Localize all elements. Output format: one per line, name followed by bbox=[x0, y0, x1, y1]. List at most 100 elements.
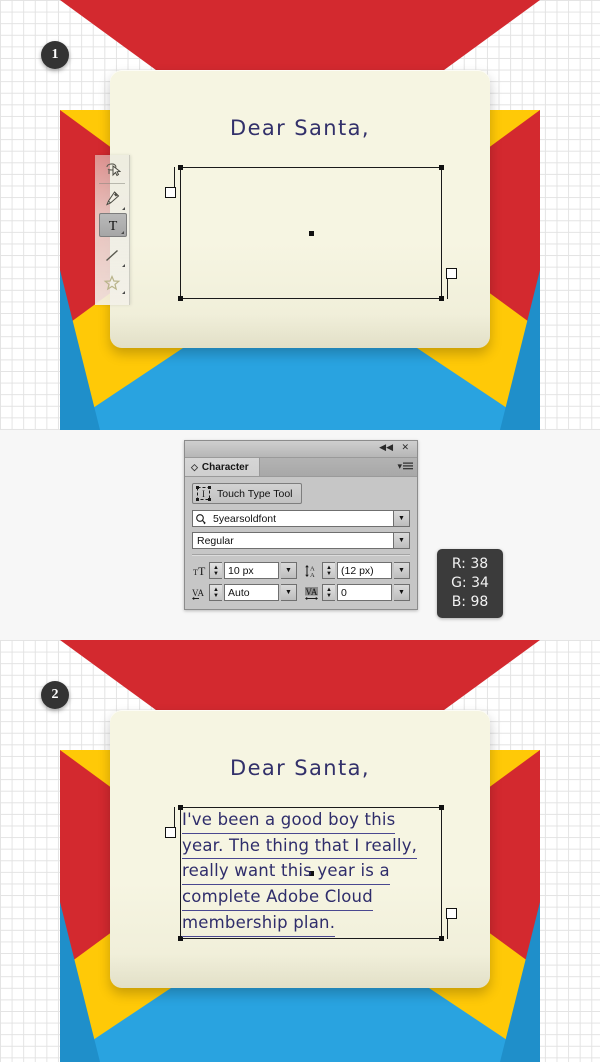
font-style-value: Regular bbox=[197, 534, 234, 547]
star-tool[interactable] bbox=[97, 270, 127, 296]
kerning-value[interactable]: Auto bbox=[224, 584, 279, 601]
in-port[interactable] bbox=[165, 187, 176, 198]
step-badge-2: 2 bbox=[41, 681, 69, 709]
textbox-edge-right bbox=[441, 807, 442, 939]
out-port[interactable] bbox=[446, 908, 457, 919]
font-size-stepper[interactable]: ▲ ▼ bbox=[209, 562, 222, 579]
textbox-edge-top bbox=[180, 167, 442, 168]
tutorial-screenshot: Dear Santa, T 1 ◀◀ ✕ ◇ Character ▾ I Tou… bbox=[0, 0, 600, 1062]
illustrator-toolbar: T bbox=[95, 155, 130, 305]
line-icon bbox=[106, 249, 118, 262]
letter-card: Dear Santa, bbox=[110, 70, 490, 348]
tracking-field[interactable]: VA ▲ ▼ 0 ▼ bbox=[305, 584, 410, 601]
textbox-edge-bottom bbox=[180, 938, 442, 939]
letter-body-text[interactable]: I've been a good boy this year. The thin… bbox=[182, 808, 440, 937]
anchor-center[interactable] bbox=[309, 231, 314, 236]
kerning-field[interactable]: V A ▲ ▼ Auto ▼ bbox=[192, 584, 297, 601]
font-style-row: Regular ▼ bbox=[192, 532, 410, 549]
anchor-bottom-left[interactable] bbox=[178, 936, 183, 941]
lasso-tool[interactable] bbox=[97, 157, 127, 183]
anchor-bottom-right[interactable] bbox=[439, 296, 444, 301]
textbox-edge-bottom bbox=[180, 298, 442, 299]
leading-field[interactable]: A A ▲ ▼ (12 px) ▼ bbox=[305, 562, 410, 579]
type-tool[interactable]: T bbox=[99, 213, 127, 237]
font-family-row: 5yearsoldfont ▼ bbox=[192, 510, 410, 527]
letter-line: I've been a good boy this bbox=[182, 808, 396, 834]
character-panel[interactable]: ◀◀ ✕ ◇ Character ▾ I Touch Type Tool 5ye… bbox=[184, 440, 418, 610]
salutation-text: Dear Santa, bbox=[230, 116, 370, 140]
font-size-field[interactable]: T T ▲ ▼ 10 px ▼ bbox=[192, 562, 297, 579]
tab-character-label: Character bbox=[201, 461, 249, 473]
envelope-front-flap-shade-right bbox=[500, 902, 540, 1062]
tab-grip-icon: ◇ bbox=[191, 461, 198, 472]
letter-card: Dear Santa, I've been a good boy this ye… bbox=[110, 710, 490, 988]
type-tool-flyout-indicator bbox=[121, 231, 124, 234]
envelope-front-flap-shade-right bbox=[500, 270, 540, 430]
font-family-value: 5yearsoldfont bbox=[213, 512, 277, 525]
letter-line: really want this year is a bbox=[182, 859, 390, 886]
anchor-top-right[interactable] bbox=[439, 165, 444, 170]
font-style-dropdown-arrow[interactable]: ▼ bbox=[394, 532, 410, 549]
textbox-edge-left bbox=[180, 167, 181, 299]
pen-tool-flyout-indicator bbox=[122, 207, 125, 210]
svg-text:A: A bbox=[198, 588, 205, 598]
toolbar-divider-1 bbox=[99, 183, 125, 184]
out-port[interactable] bbox=[446, 268, 457, 279]
stepper-down-icon[interactable]: ▼ bbox=[326, 571, 332, 577]
font-size-icon: T T bbox=[192, 563, 207, 578]
leading-value[interactable]: (12 px) bbox=[337, 562, 392, 579]
character-panel-titlebar: ◀◀ ✕ bbox=[185, 441, 417, 458]
type-icon: T bbox=[109, 219, 118, 233]
anchor-top-left[interactable] bbox=[178, 165, 183, 170]
anchor-bottom-left[interactable] bbox=[178, 296, 183, 301]
salutation-text: Dear Santa, bbox=[230, 756, 370, 780]
collapse-icon[interactable]: ◀◀ bbox=[379, 443, 393, 454]
textbox-edge-left bbox=[180, 807, 181, 939]
textbox-edge-right bbox=[441, 167, 442, 299]
svg-text:VA: VA bbox=[306, 587, 318, 597]
letter-line: membership plan. bbox=[182, 911, 336, 937]
kerning-tracking-row: V A ▲ ▼ Auto ▼ VA ▲ ▼ 0 ▼ bbox=[192, 584, 410, 601]
letter-line: complete Adobe Cloud bbox=[182, 885, 373, 911]
font-size-dropdown-arrow[interactable]: ▼ bbox=[281, 562, 297, 579]
font-style-combo[interactable]: Regular bbox=[192, 532, 394, 549]
touch-type-tool-button[interactable]: I Touch Type Tool bbox=[192, 483, 302, 504]
anchor-bottom-right[interactable] bbox=[439, 936, 444, 941]
filled-text-box[interactable]: I've been a good boy this year. The thin… bbox=[165, 805, 457, 941]
star-tool-flyout-indicator bbox=[122, 291, 125, 294]
in-port[interactable] bbox=[165, 827, 176, 838]
hamburger-icon bbox=[403, 462, 413, 470]
kerning-stepper[interactable]: ▲ ▼ bbox=[209, 584, 222, 601]
character-panel-divider bbox=[192, 554, 410, 556]
tab-character[interactable]: ◇ Character bbox=[185, 458, 260, 476]
line-segment-tool[interactable] bbox=[97, 243, 127, 269]
rgb-blue-value: B: 98 bbox=[451, 594, 489, 610]
tracking-value[interactable]: 0 bbox=[337, 584, 392, 601]
character-panel-body: I Touch Type Tool 5yearsoldfont ▼ Regula… bbox=[185, 477, 417, 609]
rgb-green-value: G: 34 bbox=[451, 575, 489, 591]
font-family-dropdown-arrow[interactable]: ▼ bbox=[394, 510, 410, 527]
stepper-down-icon[interactable]: ▼ bbox=[326, 593, 332, 599]
empty-text-box[interactable] bbox=[165, 165, 457, 301]
leading-dropdown-arrow[interactable]: ▼ bbox=[394, 562, 410, 579]
kerning-icon: V A bbox=[192, 585, 207, 600]
stepper-down-icon[interactable]: ▼ bbox=[213, 593, 219, 599]
tracking-stepper[interactable]: ▲ ▼ bbox=[322, 584, 335, 601]
lasso-icon bbox=[106, 163, 121, 177]
leading-icon: A A bbox=[305, 563, 320, 578]
step-badge-1: 1 bbox=[41, 41, 69, 69]
pen-tool[interactable] bbox=[97, 186, 127, 212]
font-size-value[interactable]: 10 px bbox=[224, 562, 279, 579]
kerning-dropdown-arrow[interactable]: ▼ bbox=[281, 584, 297, 601]
tracking-dropdown-arrow[interactable]: ▼ bbox=[394, 584, 410, 601]
rgb-readout: R: 38 G: 34 B: 98 bbox=[437, 549, 503, 618]
panel-menu-icon[interactable]: ▾ bbox=[397, 461, 413, 472]
tracking-icon: VA bbox=[305, 585, 320, 600]
letter-line: year. The thing that I really, bbox=[182, 834, 418, 860]
close-icon[interactable]: ✕ bbox=[401, 443, 409, 454]
leading-stepper[interactable]: ▲ ▼ bbox=[322, 562, 335, 579]
stepper-down-icon[interactable]: ▼ bbox=[213, 571, 219, 577]
step-2-canvas: Dear Santa, I've been a good boy this ye… bbox=[0, 640, 600, 1062]
svg-text:I: I bbox=[202, 489, 205, 499]
font-family-combo[interactable]: 5yearsoldfont bbox=[192, 510, 394, 527]
